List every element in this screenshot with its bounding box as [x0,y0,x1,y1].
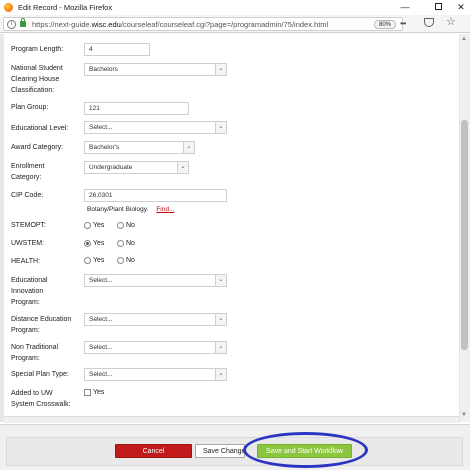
cip-code-input[interactable]: 26.0301 [84,189,227,202]
non-traditional-value: Select... [89,344,113,351]
nsc-classification-value: Bachelors [89,66,118,73]
special-plan-type-label: Special Plan Type: [11,371,69,378]
cancel-button[interactable]: Cancel [115,444,192,458]
page-actions-icon[interactable]: ••• [400,19,406,28]
educational-level-select[interactable]: Select... ⌄ [84,121,227,134]
program-length-input[interactable]: 4 [84,43,150,56]
save-and-start-workflow-button[interactable]: Save and Start Workflow [257,444,352,458]
chevron-down-icon: ⌄ [215,369,226,380]
health-no-label: No [126,257,135,264]
chevron-down-icon: ⌄ [215,64,226,75]
scroll-down-arrow-icon[interactable]: ▼ [461,412,467,418]
uw-system-crosswalk-label: Added to UW System Crosswalk: [11,390,71,408]
cip-code-label: CIP Code: [11,192,44,199]
health-yes-radio[interactable] [84,257,91,264]
uw-system-crosswalk-yes-label: Yes [93,389,105,396]
stemopt-no-radio[interactable] [117,222,124,229]
stemopt-yes-radio[interactable] [84,222,91,229]
educational-innovation-select[interactable]: Select... ⌄ [84,274,227,287]
special-plan-type-select[interactable]: Select... ⌄ [84,368,227,381]
cip-description-text: Botany/Plant Biology. [87,206,149,213]
award-category-label: Award Category: [11,144,64,151]
uwstem-no-radio[interactable] [117,240,124,247]
nsc-classification-label: National Student Clearing House Classifi… [11,65,63,94]
special-plan-type-value: Select... [89,371,113,378]
educational-innovation-label: Educational Innovation Program: [11,277,48,306]
zoom-level-badge[interactable]: 80% [374,20,396,29]
scroll-up-arrow-icon[interactable]: ▲ [461,36,467,42]
plan-group-input[interactable]: 121 [84,102,189,115]
navigation-bar: i https://next-guide.wisc.edu/courseleaf… [0,15,470,33]
program-length-label: Program Length: [11,46,64,53]
chevron-down-icon: ⌄ [215,342,226,353]
stemopt-no-label: No [126,222,135,229]
enrollment-category-select[interactable]: Undergraduate ⌄ [84,161,189,174]
nsc-classification-select[interactable]: Bachelors ⌄ [84,63,227,76]
educational-innovation-value: Select... [89,277,113,284]
bookmark-star-icon[interactable]: ☆ [446,15,456,28]
url-text[interactable]: https://next-guide.wisc.edu/courseleaf/c… [32,20,346,29]
health-label: HEALTH: [11,258,41,265]
non-traditional-label: Non Traditional Program: [11,344,59,362]
lock-icon[interactable] [20,18,26,27]
health-no-radio[interactable] [117,257,124,264]
cip-code-description: Botany/Plant Biology. Find... [87,206,174,213]
distance-education-select[interactable]: Select... ⌄ [84,313,227,326]
stemopt-yes-label: Yes [93,222,105,229]
save-changes-button[interactable]: Save Changes [195,444,245,458]
url-field[interactable]: i https://next-guide.wisc.edu/courseleaf… [3,17,406,31]
uwstem-no-label: No [126,240,135,247]
chevron-down-icon: ⌄ [215,275,226,286]
chevron-down-icon: ⌄ [183,142,194,153]
maximize-icon [434,3,442,10]
stemopt-label: STEMOPT: [11,222,47,229]
close-window-button[interactable]: ✕ [446,0,470,14]
enrollment-category-label: Enrollment Category: [11,163,45,181]
horizontal-scrollbar[interactable] [4,416,459,423]
health-yes-label: Yes [93,257,105,264]
info-icon[interactable]: i [7,20,16,29]
enrollment-category-value: Undergraduate [89,164,133,171]
non-traditional-select[interactable]: Select... ⌄ [84,341,227,354]
chevron-down-icon: ⌄ [215,314,226,325]
left-border [0,34,4,422]
distance-education-label: Distance Education Program: [11,316,72,334]
minimize-button[interactable]: — [390,0,420,14]
uwstem-yes-radio[interactable] [84,240,91,247]
distance-education-value: Select... [89,316,113,323]
award-category-select[interactable]: Bachelor's ⌄ [84,141,195,154]
scrollbar-thumb[interactable] [461,120,468,350]
window-title: Edit Record - Mozilla Firefox [18,2,113,12]
find-cip-link[interactable]: Find... [156,206,174,213]
plan-group-label: Plan Group: [11,104,49,111]
uwstem-yes-label: Yes [93,240,105,247]
award-category-value: Bachelor's [89,144,120,151]
uwstem-label: UWSTEM: [11,240,45,247]
chevron-down-icon: ⌄ [215,122,226,133]
educational-level-label: Educational Level: [11,125,69,132]
educational-level-value: Select... [89,124,113,131]
firefox-logo-icon [4,2,13,12]
chevron-down-icon: ⌄ [177,162,188,173]
uw-system-crosswalk-checkbox[interactable] [84,389,91,396]
